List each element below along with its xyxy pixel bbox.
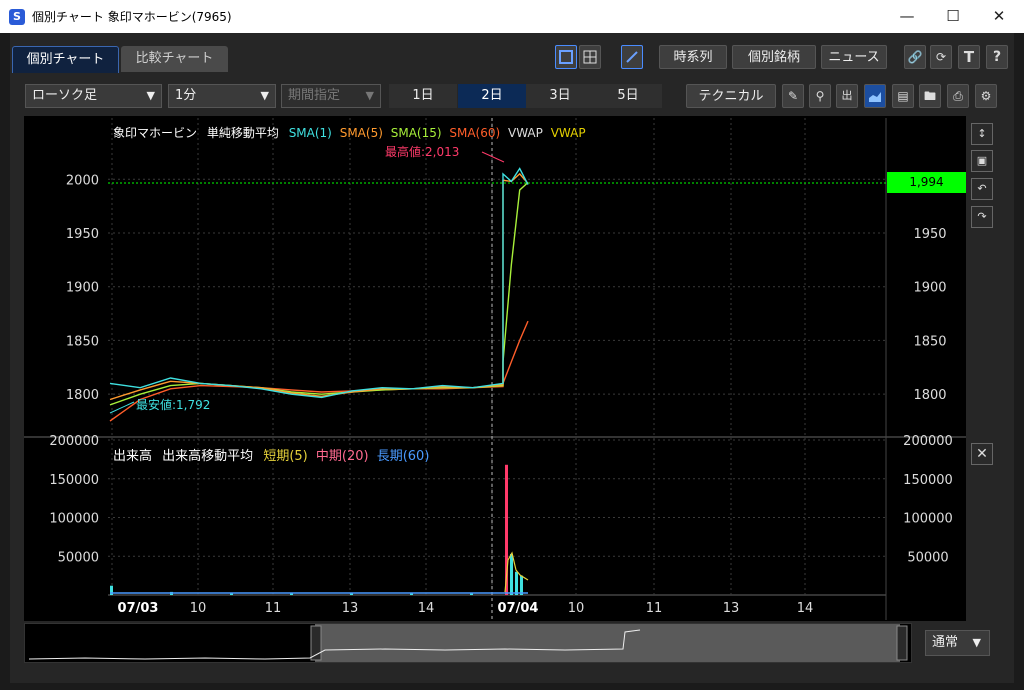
- volume-tick-right: 100000: [903, 512, 953, 527]
- x-tick-label: 11: [646, 601, 663, 616]
- high-marker: [481, 151, 505, 163]
- navigator-handle-right: [896, 625, 908, 661]
- fit-icon[interactable]: ↕: [971, 123, 993, 145]
- volume-tick-right: 50000: [907, 550, 948, 565]
- legend-volume-name: 出来高: [113, 449, 153, 464]
- volume-tick-left: 100000: [49, 512, 99, 527]
- x-tick-label: 14: [797, 601, 814, 616]
- volume-tick-right: 200000: [903, 434, 953, 449]
- nav-mode-value: 通常: [932, 635, 959, 650]
- close-volume-icon[interactable]: ✕: [971, 443, 993, 465]
- volume-layer: [110, 464, 529, 595]
- volume-tick-right: 150000: [903, 473, 953, 488]
- legend-sma5[interactable]: SMA(5): [340, 126, 383, 140]
- price-tick-left: 2000: [66, 173, 99, 188]
- nav-mode-select[interactable]: 通常 ▼: [925, 630, 990, 656]
- volume-tick-left: 150000: [49, 473, 99, 488]
- navigator-window: [315, 624, 900, 662]
- x-tick-label: 07/04: [498, 601, 539, 616]
- legend-vwap2[interactable]: VWAP: [551, 126, 586, 140]
- legend-indicator: 単純移動平均: [206, 126, 279, 140]
- legend-mid[interactable]: 中期(20): [316, 449, 369, 464]
- lock-icon[interactable]: ▣: [971, 150, 993, 172]
- price-tick-left: 1850: [66, 334, 99, 349]
- low-annotation: 最安値:1,792: [136, 398, 211, 412]
- undo-icon[interactable]: ↶: [971, 178, 993, 200]
- x-tick-label: 11: [265, 601, 282, 616]
- price-tick-left: 1950: [66, 227, 99, 242]
- x-tick-label: 13: [342, 601, 359, 616]
- volume-tick-left: 50000: [58, 550, 99, 565]
- series-line-sma15: [109, 181, 529, 406]
- volume-legend: 出来高 出来高移動平均 短期(5) 中期(20) 長期(60): [113, 445, 429, 464]
- legend-short[interactable]: 短期(5): [263, 449, 307, 464]
- x-tick-label: 07/03: [118, 601, 159, 616]
- redo-icon[interactable]: ↷: [971, 206, 993, 228]
- legend-long[interactable]: 長期(60): [377, 449, 430, 464]
- price-tick-right: 1900: [913, 281, 946, 296]
- x-tick-label: 10: [568, 601, 585, 616]
- x-tick-label: 13: [723, 601, 740, 616]
- volume-tick-left: 200000: [49, 434, 99, 449]
- chart-svg[interactable]: 1800 1800 1850 1850 1900 1900 1950 1950 2000 2000…: [0, 0, 1024, 690]
- x-tick-label: 14: [418, 601, 435, 616]
- volume-bar: [520, 575, 523, 595]
- legend-volume-indicator: 出来高移動平均: [162, 449, 254, 464]
- legend-name: 象印マホービン: [113, 126, 198, 140]
- chevron-down-icon: ▼: [972, 636, 981, 649]
- legend-sma60[interactable]: SMA(60): [449, 126, 500, 140]
- series-line-sma1: [109, 167, 529, 399]
- x-tick-label: 10: [190, 601, 207, 616]
- legend-sma15[interactable]: SMA(15): [391, 126, 442, 140]
- current-price-tag: 1,994: [887, 172, 966, 193]
- navigator[interactable]: [24, 623, 912, 663]
- legend-vwap1[interactable]: VWAP: [508, 126, 543, 140]
- legend-sma1[interactable]: SMA(1): [289, 126, 332, 140]
- price-tick-left: 1900: [66, 281, 99, 296]
- price-tick-right: 1800: [913, 388, 946, 403]
- volume-bar: [515, 571, 518, 595]
- volume-bar: [510, 553, 513, 595]
- price-legend: 象印マホービン 単純移動平均 SMA(1) SMA(5) SMA(15) SMA…: [113, 124, 586, 141]
- high-annotation: 最高値:2,013: [385, 145, 460, 159]
- price-tick-right: 1850: [913, 334, 946, 349]
- price-tick-left: 1800: [66, 388, 99, 403]
- grid-layer: [24, 118, 966, 620]
- price-tick-right: 1950: [913, 227, 946, 242]
